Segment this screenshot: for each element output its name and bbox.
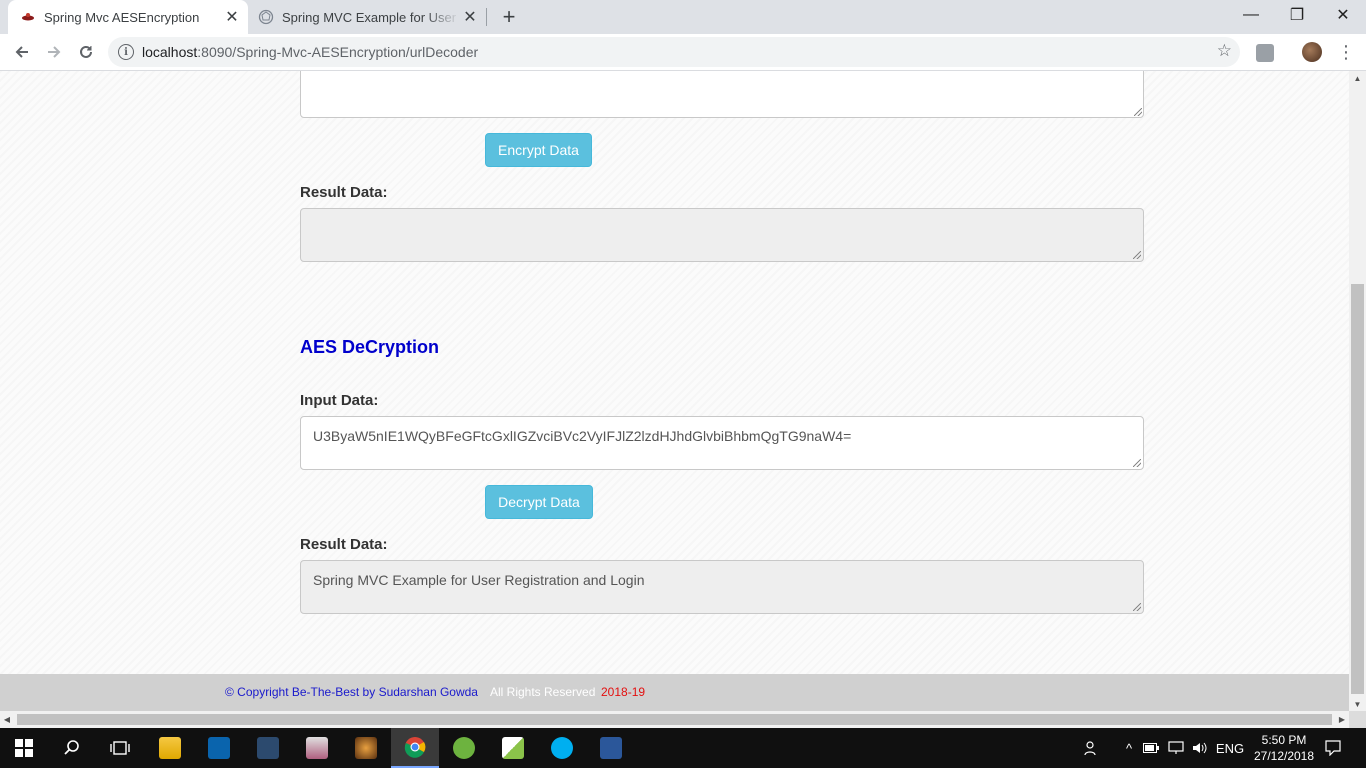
- decrypt-data-button[interactable]: Decrypt Data: [485, 485, 593, 519]
- browser-toolbar: i localhost:8090/Spring-Mvc-AESEncryptio…: [0, 34, 1366, 71]
- page-footer: © Copyright Be-The-Best by Sudarshan Gow…: [0, 674, 1349, 711]
- spring-leaf-favicon-icon: [20, 9, 36, 25]
- word-icon[interactable]: [587, 728, 635, 768]
- window-close-button[interactable]: ✕: [1320, 0, 1366, 30]
- extension-icon[interactable]: [1256, 44, 1274, 62]
- tab-title: Spring MVC Example for User Registration…: [282, 9, 460, 25]
- decryption-section-title: AES DeCryption: [300, 337, 440, 357]
- database-tool-icon[interactable]: [293, 728, 341, 768]
- vertical-scrollbar[interactable]: ▲ ▼: [1349, 71, 1366, 711]
- outlook-icon[interactable]: [195, 728, 243, 768]
- battery-icon[interactable]: [1142, 728, 1160, 768]
- url-text: localhost:8090/Spring-Mvc-AESEncryption/…: [142, 44, 479, 60]
- windows-logo-icon: [15, 739, 33, 757]
- decrypt-input-label: Input Data:: [300, 392, 379, 409]
- volume-icon[interactable]: [1190, 728, 1210, 768]
- vertical-scroll-thumb[interactable]: [1351, 284, 1364, 694]
- clock-date: 27/12/2018: [1253, 749, 1315, 763]
- footer-copyright: © Copyright Be-The-Best by Sudarshan Gow…: [225, 685, 478, 699]
- notepad-plus-plus-icon[interactable]: [489, 728, 537, 768]
- page-viewport: Encrypt Data Result Data: AES DeCryption…: [0, 71, 1349, 711]
- encrypt-data-button[interactable]: Encrypt Data: [485, 133, 592, 167]
- tab-spring-mvc-example[interactable]: Spring MVC Example for User Registration…: [250, 0, 486, 34]
- horizontal-scrollbar[interactable]: ◀ ▶: [0, 711, 1349, 728]
- scrollbar-corner: [1349, 711, 1366, 728]
- footer-years: 2018-19: [601, 685, 646, 699]
- tab-spring-mvc-aes[interactable]: Spring Mvc AESEncryption ✕: [8, 0, 248, 34]
- restore-button[interactable]: ❐: [1274, 0, 1320, 30]
- network-icon[interactable]: [1166, 728, 1186, 768]
- language-indicator[interactable]: ENG: [1214, 728, 1246, 768]
- address-bar[interactable]: i localhost:8090/Spring-Mvc-AESEncryptio…: [108, 37, 1240, 67]
- search-icon[interactable]: [48, 728, 96, 768]
- decrypt-input-textarea[interactable]: U3ByaW5nIE1WQyBFeGFtcGxlIGZvciBVc2VyIFJl…: [300, 416, 1144, 470]
- media-app-icon[interactable]: [342, 728, 390, 768]
- footer-rights: All Rights Reserved: [490, 685, 596, 699]
- tray-chevron-up-icon[interactable]: ^: [1120, 728, 1138, 768]
- encrypt-result-textarea[interactable]: [300, 208, 1144, 262]
- resize-grip-icon[interactable]: [1133, 603, 1141, 611]
- globe-favicon-icon: [258, 9, 274, 25]
- minimize-button[interactable]: —: [1228, 0, 1274, 30]
- resize-grip-icon[interactable]: [1133, 459, 1141, 467]
- resize-grip-icon[interactable]: [1133, 251, 1141, 259]
- tab-strip: Spring Mvc AESEncryption ✕ Spring MVC Ex…: [0, 0, 1366, 34]
- bookmark-star-icon[interactable]: ☆: [1217, 41, 1232, 61]
- task-view-icon[interactable]: [96, 728, 144, 768]
- tab-close-icon[interactable]: ✕: [460, 7, 480, 27]
- notification-center-icon[interactable]: [1320, 728, 1346, 768]
- windows-taskbar: ^ ENG 5:50 PM 27/12/2018: [0, 728, 1366, 768]
- scroll-down-arrow-icon[interactable]: ▼: [1349, 697, 1366, 711]
- encrypt-result-label: Result Data:: [300, 184, 388, 201]
- chrome-icon[interactable]: [391, 728, 439, 768]
- forward-arrow-icon[interactable]: [40, 38, 68, 66]
- people-icon[interactable]: [1080, 728, 1104, 768]
- scroll-up-arrow-icon[interactable]: ▲: [1349, 71, 1366, 85]
- profile-avatar[interactable]: [1302, 42, 1322, 62]
- reload-icon[interactable]: [72, 38, 100, 66]
- browser-menu-icon[interactable]: ⋮: [1336, 40, 1356, 64]
- clock-time: 5:50 PM: [1261, 733, 1307, 747]
- scroll-right-arrow-icon[interactable]: ▶: [1335, 711, 1349, 728]
- decrypt-result-textarea[interactable]: Spring MVC Example for User Registration…: [300, 560, 1144, 614]
- file-explorer-icon[interactable]: [146, 728, 194, 768]
- start-button[interactable]: [0, 728, 48, 768]
- new-tab-button[interactable]: +: [497, 4, 521, 29]
- horizontal-scroll-thumb[interactable]: [17, 714, 1332, 725]
- scroll-left-arrow-icon[interactable]: ◀: [0, 711, 14, 728]
- tab-title: Spring Mvc AESEncryption: [44, 9, 200, 25]
- mysql-workbench-icon[interactable]: [244, 728, 292, 768]
- resize-grip-icon[interactable]: [1134, 108, 1142, 116]
- tab-close-icon[interactable]: ✕: [222, 7, 242, 27]
- spring-tool-suite-icon[interactable]: [440, 728, 488, 768]
- site-info-icon[interactable]: i: [118, 44, 134, 60]
- tab-separator: [486, 8, 487, 26]
- system-clock[interactable]: 5:50 PM 27/12/2018: [1248, 732, 1320, 764]
- skype-icon[interactable]: [538, 728, 586, 768]
- decrypt-result-label: Result Data:: [300, 536, 388, 553]
- encrypt-input-textarea[interactable]: [300, 71, 1144, 118]
- back-arrow-icon[interactable]: [8, 38, 36, 66]
